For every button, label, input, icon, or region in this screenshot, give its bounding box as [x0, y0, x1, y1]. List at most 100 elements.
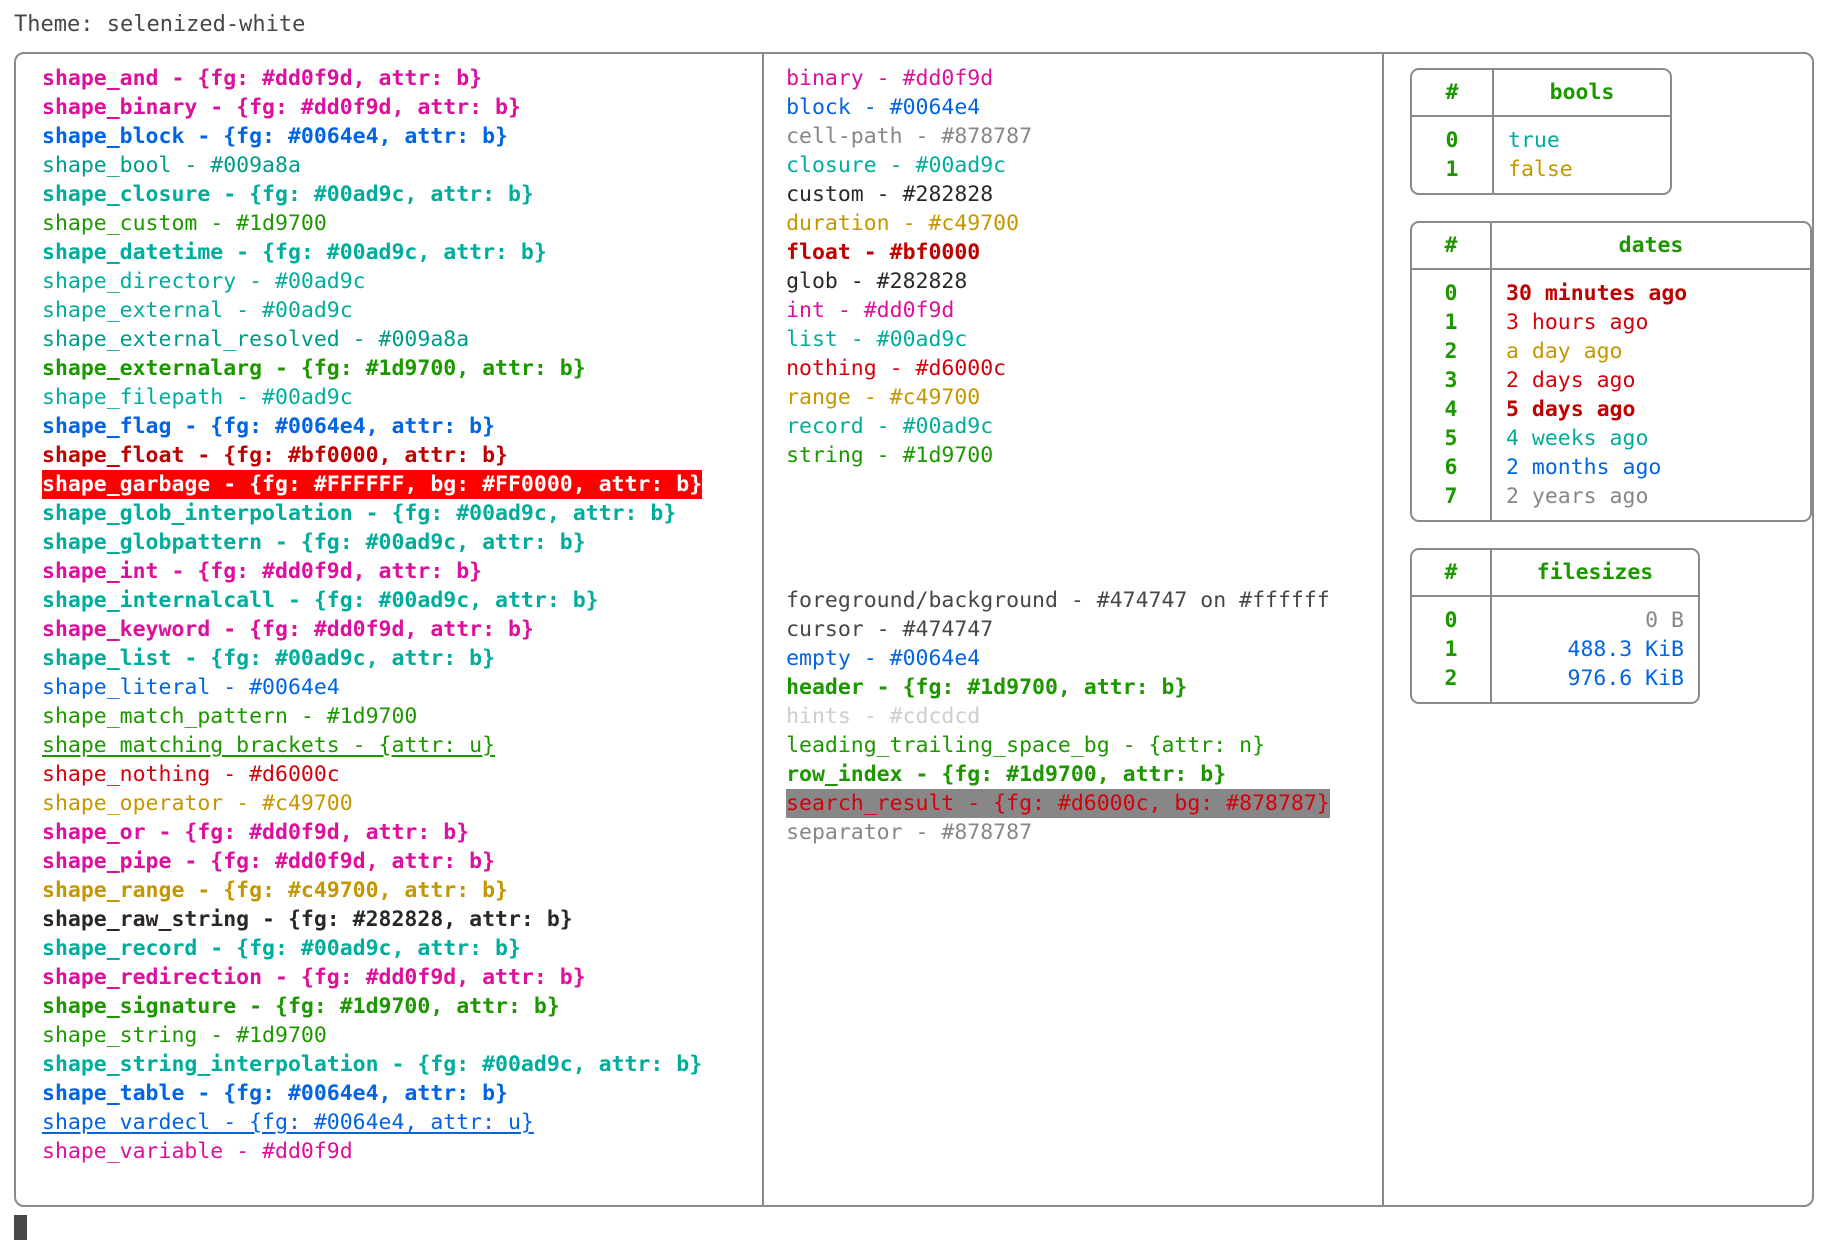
- table-row: 7 2 years ago: [1412, 482, 1810, 520]
- ui-element-entry: search_result - {fg: #d6000c, bg: #87878…: [786, 789, 1330, 818]
- table-row: 2 976.6 KiB: [1412, 664, 1698, 702]
- shape-entry: shape_bool - #009a8a: [42, 153, 301, 178]
- dates-table-body: 0 30 minutes ago 1 3 hours ago 2 a day ago 3 2 …: [1412, 270, 1810, 520]
- type-entry: glob - #282828: [786, 269, 968, 294]
- shape-entry-wrap: shape_garbage - {fg: #FFFFFF, bg: #FF000…: [42, 470, 762, 499]
- shape-entry: shape_variable - #dd0f9d: [42, 1139, 353, 1164]
- table-row: 0 30 minutes ago: [1412, 270, 1810, 308]
- bools-header-value: bools: [1492, 70, 1670, 115]
- shape-entry: shape_match_pattern - #1d9700: [42, 704, 418, 729]
- row-index-cell: 7: [1444, 484, 1458, 509]
- row-index-cell: 5: [1444, 426, 1458, 451]
- shape-entry: shape_nothing - #d6000c: [42, 762, 340, 787]
- tables-column: # bools 0 true 1 false # dates 0 30 minutes …: [1382, 54, 1812, 1205]
- filesizes-header-index: #: [1444, 560, 1458, 585]
- table-row: 1 3 hours ago: [1412, 308, 1810, 337]
- type-entry: duration - #c49700: [786, 211, 1020, 236]
- shape-entry: shape_raw_string - {fg: #282828, attr: b…: [42, 907, 573, 932]
- row-index-cell: 1: [1444, 310, 1458, 335]
- shape-entry: shape_block - {fg: #0064e4, attr: b}: [42, 124, 508, 149]
- table-row: 0 0 B: [1412, 597, 1698, 635]
- filesizes-table-header: # filesizes: [1412, 550, 1698, 597]
- shape-entry: shape_globpattern - {fg: #00ad9c, attr: …: [42, 530, 586, 555]
- theme-preview-panel: shape_and - {fg: #dd0f9d, attr: b} shape_…: [14, 52, 1814, 1207]
- row-index-cell: 1: [1445, 157, 1459, 182]
- row-value-cell: 0 B: [1490, 597, 1698, 635]
- row-value-cell: 30 minutes ago: [1490, 270, 1810, 308]
- shape-entry: shape_literal - #0064e4: [42, 675, 340, 700]
- row-value-cell: a day ago: [1490, 337, 1810, 366]
- shape-entry: shape_operator - #c49700: [42, 791, 353, 816]
- bools-table: # bools 0 true 1 false: [1410, 68, 1672, 195]
- row-index-cell: 1: [1444, 637, 1458, 662]
- shapes-list: shape_and - {fg: #dd0f9d, attr: b} shape_…: [42, 64, 762, 1166]
- ui-element-entry: row_index - {fg: #1d9700, attr: b}: [786, 762, 1227, 787]
- row-value-cell: 488.3 KiB: [1490, 635, 1698, 664]
- ui-elements-list: foreground/background - #474747 on #ffff…: [786, 586, 1382, 847]
- row-value-cell: 2 days ago: [1490, 366, 1810, 395]
- shape-entry: shape_float - {fg: #bf0000, attr: b}: [42, 443, 508, 468]
- shape-entry: shape_and - {fg: #dd0f9d, attr: b}: [42, 66, 483, 91]
- shape-entry: shape_internalcall - {fg: #00ad9c, attr:…: [42, 588, 599, 613]
- theme-label: Theme: selenized-white: [14, 12, 306, 37]
- row-index-cell: 2: [1444, 339, 1458, 364]
- type-entry: float - #bf0000: [786, 240, 981, 265]
- terminal-cursor: [14, 1215, 27, 1240]
- ui-element-entry: separator - #878787: [786, 820, 1033, 845]
- dates-table-header: # dates: [1412, 223, 1810, 270]
- shape-entry: shape_signature - {fg: #1d9700, attr: b}: [42, 994, 560, 1019]
- dates-table: # dates 0 30 minutes ago 1 3 hours ago 2 a da…: [1410, 221, 1812, 522]
- shape-entry: shape_closure - {fg: #00ad9c, attr: b}: [42, 182, 534, 207]
- shape-entry: shape_table - {fg: #0064e4, attr: b}: [42, 1081, 508, 1106]
- type-entry: cell-path - #878787: [786, 124, 1033, 149]
- shape-entry: shape_directory - #00ad9c: [42, 269, 366, 294]
- shape-entry: shape_string_interpolation - {fg: #00ad9…: [42, 1052, 703, 1077]
- shape-entry: shape_matching_brackets - {attr: u}: [42, 733, 496, 758]
- type-entry: binary - #dd0f9d: [786, 66, 994, 91]
- type-entry: list - #00ad9c: [786, 327, 968, 352]
- ui-element-entry: hints - #cdcdcd: [786, 704, 981, 729]
- ui-element-entry-wrap: search_result - {fg: #d6000c, bg: #87878…: [786, 789, 1382, 818]
- ui-element-entry: cursor - #474747: [786, 617, 994, 642]
- row-index-cell: 6: [1444, 455, 1458, 480]
- row-index-cell: 3: [1444, 368, 1458, 393]
- table-row: 0 true: [1412, 117, 1670, 155]
- type-entry: closure - #00ad9c: [786, 153, 1007, 178]
- shape-entry: shape_glob_interpolation - {fg: #00ad9c,…: [42, 501, 677, 526]
- shape-entry: shape_string - #1d9700: [42, 1023, 327, 1048]
- row-value-cell: 2 months ago: [1490, 453, 1810, 482]
- filesizes-table-body: 0 0 B 1 488.3 KiB 2 976.6 KiB: [1412, 597, 1698, 702]
- shape-entry: shape_binary - {fg: #dd0f9d, attr: b}: [42, 95, 521, 120]
- shapes-column: shape_and - {fg: #dd0f9d, attr: b} shape_…: [16, 54, 762, 1205]
- ui-element-entry: foreground/background - #474747 on #ffff…: [786, 588, 1330, 613]
- shape-entry: shape_redirection - {fg: #dd0f9d, attr: …: [42, 965, 586, 990]
- row-value-cell: 5 days ago: [1490, 395, 1810, 424]
- shape-entry: shape_int - {fg: #dd0f9d, attr: b}: [42, 559, 483, 584]
- type-entry: range - #c49700: [786, 385, 981, 410]
- filesizes-table: # filesizes 0 0 B 1 488.3 KiB 2 976.6 KiB: [1410, 548, 1700, 704]
- filesizes-header-value: filesizes: [1490, 550, 1698, 595]
- table-row: 3 2 days ago: [1412, 366, 1810, 395]
- shape-entry: shape_range - {fg: #c49700, attr: b}: [42, 878, 508, 903]
- bools-table-body: 0 true 1 false: [1412, 117, 1670, 193]
- ui-element-entry: header - {fg: #1d9700, attr: b}: [786, 675, 1188, 700]
- row-value-cell: 3 hours ago: [1490, 308, 1810, 337]
- shape-entry: shape_filepath - #00ad9c: [42, 385, 353, 410]
- row-value-cell: 2 years ago: [1490, 482, 1810, 520]
- column-gap: [786, 470, 1382, 586]
- table-row: 5 4 weeks ago: [1412, 424, 1810, 453]
- table-row: 1 false: [1412, 155, 1670, 193]
- row-index-cell: 0: [1444, 281, 1458, 306]
- table-row: 2 a day ago: [1412, 337, 1810, 366]
- row-index-cell: 0: [1444, 608, 1458, 633]
- shape-entry: shape_or - {fg: #dd0f9d, attr: b}: [42, 820, 470, 845]
- dates-header-value: dates: [1490, 223, 1810, 268]
- type-entry: string - #1d9700: [786, 443, 994, 468]
- shape-entry: shape_garbage - {fg: #FFFFFF, bg: #FF000…: [42, 470, 703, 499]
- row-value-cell: 976.6 KiB: [1490, 664, 1698, 702]
- shape-entry: shape_keyword - {fg: #dd0f9d, attr: b}: [42, 617, 534, 642]
- table-row: 1 488.3 KiB: [1412, 635, 1698, 664]
- type-entry: int - #dd0f9d: [786, 298, 955, 323]
- ui-element-entry: empty - #0064e4: [786, 646, 981, 671]
- dates-header-index: #: [1444, 233, 1458, 258]
